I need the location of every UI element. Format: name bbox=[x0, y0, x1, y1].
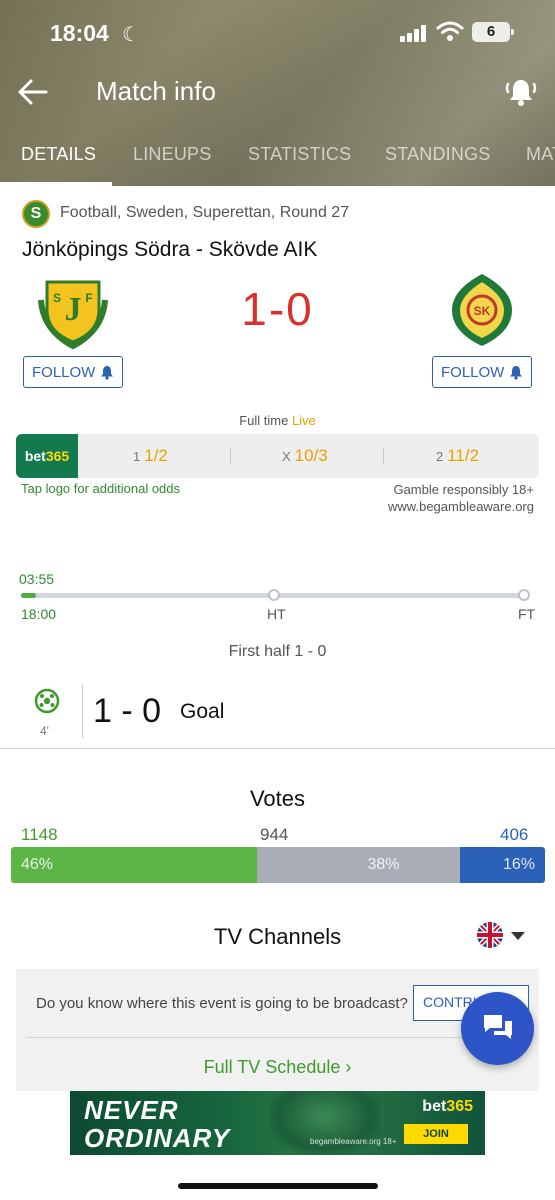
odd-key: 2 bbox=[436, 449, 444, 464]
ad-disclaimer: begambleaware.org 18+ bbox=[310, 1137, 397, 1146]
section-divider bbox=[0, 748, 555, 749]
home-vote-count: 1148 bbox=[21, 825, 58, 844]
goal-label: Goal bbox=[180, 700, 225, 723]
moon-icon: ☾ bbox=[122, 24, 140, 46]
tab-statistics[interactable]: STATISTICS bbox=[248, 144, 351, 165]
match-status: Full time Live bbox=[0, 413, 555, 428]
broadcast-question: Do you know where this event is going to… bbox=[36, 995, 408, 1012]
home-indicator[interactable] bbox=[178, 1183, 378, 1189]
follow-label: FOLLOW bbox=[441, 364, 505, 381]
status-text: Full time bbox=[239, 413, 289, 428]
goal-event[interactable]: 4' 1 - 0 Goal bbox=[0, 680, 555, 746]
wifi-icon bbox=[436, 21, 464, 41]
card-divider bbox=[26, 1037, 529, 1038]
ad-headline-line: ORDINARY bbox=[84, 1123, 231, 1153]
bet365-logo-text: bet bbox=[24, 448, 46, 464]
football-icon bbox=[34, 688, 60, 714]
tab-bar: DETAILS LINEUPS STATISTICS STANDINGS MAT bbox=[0, 140, 555, 186]
vote-percent: 38% bbox=[367, 856, 400, 873]
draw-vote-count: 944 bbox=[260, 825, 289, 844]
odd-separator bbox=[383, 448, 384, 464]
chat-bubbles-icon bbox=[484, 1015, 512, 1039]
odd-value: 10/3 bbox=[294, 446, 328, 465]
halftime-marker bbox=[268, 589, 280, 601]
vote-percent: 46% bbox=[21, 856, 54, 873]
bell-icon bbox=[101, 366, 113, 380]
ad-headline-line: NEVER bbox=[84, 1095, 179, 1125]
odd-key: X bbox=[282, 449, 291, 464]
fulltime-marker bbox=[518, 589, 530, 601]
odd-away[interactable]: 2 11/2 bbox=[436, 446, 479, 466]
status-time: 18:04 bbox=[50, 20, 109, 46]
timeline-halftime: HT bbox=[267, 606, 286, 622]
odds-bar: bet365 1 1/2 X 10/3 2 11/2 bbox=[16, 434, 539, 478]
tab-standings[interactable]: STANDINGS bbox=[385, 144, 490, 165]
goal-minute: 4' bbox=[40, 724, 49, 738]
odd-value: 11/2 bbox=[447, 446, 480, 465]
uk-flag-icon[interactable] bbox=[477, 922, 503, 948]
current-match-time: 03:55 bbox=[19, 571, 55, 587]
tap-logo-hint: Tap logo for additional odds bbox=[21, 481, 181, 496]
active-tab-indicator bbox=[0, 182, 112, 186]
tv-channels-title: TV Channels bbox=[213, 924, 342, 949]
bell-alert-icon[interactable] bbox=[503, 74, 539, 110]
page-title: Match info bbox=[96, 76, 216, 106]
timeline-fulltime: FT bbox=[518, 606, 536, 622]
vote-segment-home[interactable]: 46% bbox=[11, 847, 257, 883]
full-tv-schedule-link[interactable]: Full TV Schedule › bbox=[16, 1057, 539, 1078]
odd-separator bbox=[230, 448, 231, 464]
advertisement-banner[interactable]: NEVER ORDINARY bet365 JOIN begambleaware… bbox=[70, 1091, 485, 1155]
away-vote-count: 406 bbox=[500, 825, 529, 844]
ad-brand-logo: bet365 bbox=[422, 1098, 473, 1116]
goal-score: 1 - 0 bbox=[93, 692, 162, 730]
first-half-summary: First half 1 - 0 bbox=[228, 643, 327, 660]
live-badge: Live bbox=[291, 413, 316, 428]
superettan-logo-icon: S bbox=[22, 200, 50, 228]
chat-button[interactable] bbox=[461, 992, 534, 1065]
app-header: 18:04 ☾ 6 Match info DETAILS LINEUPS STA… bbox=[0, 0, 555, 186]
gamble-line: Gamble responsibly 18+ bbox=[393, 482, 534, 497]
ad-brand-number: 365 bbox=[446, 1098, 473, 1115]
vote-percent: 16% bbox=[502, 856, 535, 873]
vote-segment-away[interactable]: 16% bbox=[460, 847, 545, 883]
votes-bar[interactable]: 46% 38% 16% bbox=[11, 847, 545, 883]
odd-draw[interactable]: X 10/3 bbox=[282, 446, 328, 466]
away-team-crest-icon[interactable]: SK bbox=[442, 270, 522, 350]
odd-value: 1/2 bbox=[144, 446, 168, 465]
timeline-progress bbox=[21, 593, 36, 598]
title-bar: Match info bbox=[0, 70, 555, 114]
bet365-logo-number: 365 bbox=[45, 448, 70, 464]
tab-lineups[interactable]: LINEUPS bbox=[133, 144, 211, 165]
svg-text:SK: SK bbox=[474, 304, 491, 318]
vote-segment-draw[interactable]: 38% bbox=[257, 847, 460, 883]
battery-icon: 6 bbox=[472, 22, 514, 42]
status-bar: 18:04 ☾ 6 bbox=[0, 18, 555, 48]
league-label: Football, Sweden, Superettan, Round 27 bbox=[60, 204, 350, 221]
bell-icon bbox=[510, 366, 522, 380]
match-timeline bbox=[21, 589, 530, 601]
ad-headline: NEVER ORDINARY bbox=[84, 1096, 230, 1152]
chevron-right-icon: › bbox=[345, 1057, 352, 1077]
gamble-notice[interactable]: Gamble responsibly 18+ www.begambleaware… bbox=[388, 481, 534, 515]
match-title: Jönköpings Södra - Skövde AIK bbox=[22, 238, 318, 261]
event-divider bbox=[82, 684, 83, 738]
chevron-down-icon[interactable] bbox=[511, 932, 525, 940]
back-arrow-icon[interactable] bbox=[16, 76, 50, 108]
bet365-logo[interactable]: bet365 bbox=[16, 434, 78, 478]
votes-title: Votes bbox=[249, 786, 306, 811]
signal-icon bbox=[400, 24, 428, 42]
odd-key: 1 bbox=[133, 449, 141, 464]
tv-schedule-label: Full TV Schedule bbox=[203, 1057, 341, 1077]
follow-home-button[interactable]: FOLLOW bbox=[23, 356, 123, 388]
gamble-link[interactable]: www.begambleaware.org bbox=[388, 498, 534, 515]
follow-label: FOLLOW bbox=[32, 364, 96, 381]
ad-brand-text: bet bbox=[422, 1098, 447, 1115]
timeline-start: 18:00 bbox=[21, 606, 57, 622]
odd-home[interactable]: 1 1/2 bbox=[133, 446, 168, 466]
follow-away-button[interactable]: FOLLOW bbox=[432, 356, 532, 388]
tab-matches[interactable]: MAT bbox=[526, 144, 555, 165]
tab-details[interactable]: DETAILS bbox=[21, 144, 96, 165]
ad-join-button[interactable]: JOIN bbox=[404, 1124, 468, 1144]
